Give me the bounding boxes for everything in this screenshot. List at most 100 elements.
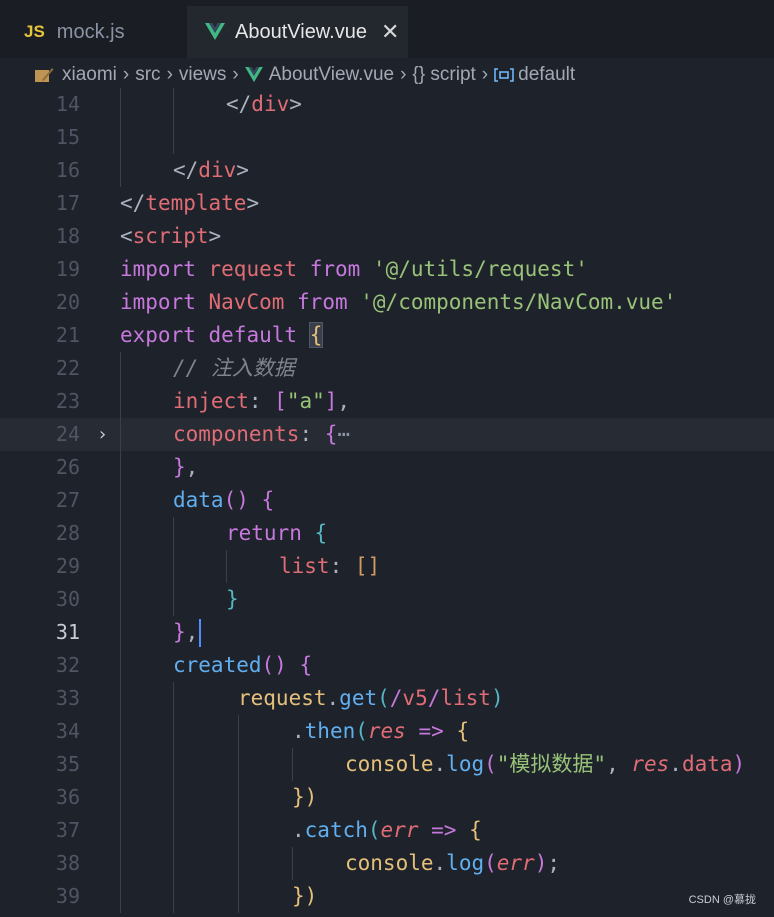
indent-guide: [238, 748, 239, 781]
indent-guide: [292, 847, 293, 880]
chevron-right-icon: ›: [232, 64, 239, 85]
indent-guide: [173, 715, 174, 748]
folder-icon: [34, 66, 54, 84]
code-token: ;: [547, 851, 561, 875]
code-token: then: [304, 719, 356, 743]
code-token: {: [469, 818, 482, 842]
code-line[interactable]: 21 export default {: [0, 319, 774, 352]
breadcrumb-item-default[interactable]: default: [518, 64, 575, 86]
code-token: res: [631, 752, 670, 776]
code-token: ,: [185, 620, 199, 644]
code-line[interactable]: 27 data() {: [0, 484, 774, 517]
line-number: 29: [55, 554, 80, 578]
code-token: .: [433, 851, 447, 875]
code-line[interactable]: 34 .then(res => {: [0, 715, 774, 748]
code-token: (: [355, 719, 368, 743]
code-line[interactable]: 15: [0, 121, 774, 154]
code-token: err: [380, 818, 419, 842]
breadcrumb-item-aboutview[interactable]: AboutView.vue: [269, 64, 394, 86]
code-line[interactable]: 22 // 注入数据: [0, 352, 774, 385]
code-editor[interactable]: 14 </div> 15 16 </div> 17 </template> 18 <script…: [0, 88, 774, 913]
code-line[interactable]: 37 .catch(err => {: [0, 814, 774, 847]
code-text: export default {: [120, 319, 324, 352]
code-line[interactable]: 29 list: []: [0, 550, 774, 583]
code-line[interactable]: 30}: [0, 583, 774, 616]
code-token: list: [440, 686, 491, 710]
code-line[interactable]: 32 created() {: [0, 649, 774, 682]
code-line[interactable]: 16 </div>: [0, 154, 774, 187]
code-token: (): [223, 488, 249, 512]
code-token: import: [120, 257, 196, 281]
breadcrumb-item-src[interactable]: src: [135, 64, 160, 86]
breadcrumb-item-xiaomi[interactable]: xiaomi: [62, 64, 117, 86]
line-number: 24: [55, 422, 80, 446]
indent-guide: [120, 880, 121, 913]
line-number: 16: [55, 158, 80, 182]
code-text: },: [173, 451, 198, 484]
chevron-right-icon[interactable]: ›: [97, 418, 108, 451]
code-token: log: [446, 752, 485, 776]
line-number: 14: [55, 92, 80, 116]
code-token: </: [226, 92, 252, 116]
indent-guide: [120, 781, 121, 814]
code-token: >: [289, 92, 302, 116]
code-token: err: [496, 851, 535, 875]
chevron-right-icon: ›: [481, 64, 489, 85]
code-line[interactable]: 31},: [0, 616, 774, 649]
symbol-variable-icon: [494, 68, 514, 82]
code-token: log: [446, 851, 485, 875]
indent-guide: [120, 484, 121, 517]
line-number: 22: [55, 356, 80, 380]
indent-guide: [238, 847, 239, 880]
chevron-right-icon: ›: [400, 64, 407, 85]
code-line[interactable]: 19 import request from '@/utils/request': [0, 253, 774, 286]
code-token: data: [173, 488, 224, 512]
code-line[interactable]: 23 inject: ["a"],: [0, 385, 774, 418]
tab-mock-js[interactable]: JS mock.js: [0, 6, 187, 58]
code-line[interactable]: 24 › components: {⋯: [0, 418, 774, 451]
indent-guide: [173, 847, 174, 880]
code-token: :: [248, 389, 275, 413]
tab-about-view-vue[interactable]: AboutView.vue ✕: [187, 6, 408, 58]
indent-guide: [120, 814, 121, 847]
code-line[interactable]: 20 import NavCom from '@/components/NavCo…: [0, 286, 774, 319]
code-token: }): [292, 884, 318, 908]
indent-guide: [120, 550, 121, 583]
code-token: script: [132, 224, 209, 248]
line-number: 39: [55, 884, 80, 908]
code-line[interactable]: 39}): [0, 880, 774, 913]
code-text: },: [173, 616, 202, 649]
breadcrumb-item-script[interactable]: {} script: [412, 64, 475, 86]
line-number: 19: [55, 257, 80, 281]
code-text: .then(res => {: [292, 715, 469, 748]
code-token: from: [297, 290, 348, 314]
code-token: {: [324, 422, 338, 446]
line-number: 20: [55, 290, 80, 314]
code-token: >: [208, 224, 222, 248]
code-line[interactable]: 28 return {: [0, 517, 774, 550]
indent-guide: [120, 748, 121, 781]
vue-icon: [205, 23, 225, 41]
line-number: 30: [55, 587, 80, 611]
line-number: 26: [55, 455, 80, 479]
code-line[interactable]: 26},: [0, 451, 774, 484]
code-token: }: [173, 455, 186, 479]
close-icon[interactable]: ✕: [381, 19, 399, 45]
breadcrumb-item-views[interactable]: views: [179, 64, 227, 86]
code-line[interactable]: 38 console.log(err);: [0, 847, 774, 880]
code-text: </template>: [120, 187, 259, 220]
indent-guide: [120, 649, 121, 682]
code-line[interactable]: 33 request.get(/v5/list): [0, 682, 774, 715]
indent-guide: [238, 715, 239, 748]
code-token: '@/components/NavCom.vue': [360, 290, 677, 314]
code-line[interactable]: 17 </template>: [0, 187, 774, 220]
chevron-right-icon: ›: [166, 64, 173, 85]
code-line[interactable]: 35 console.log("模拟数据", res.data): [0, 748, 774, 781]
line-number: 15: [55, 125, 80, 149]
code-text: data() {: [173, 484, 274, 517]
code-line[interactable]: 18 <script>: [0, 220, 774, 253]
code-line[interactable]: 14 </div>: [0, 88, 774, 121]
code-line[interactable]: 36}): [0, 781, 774, 814]
